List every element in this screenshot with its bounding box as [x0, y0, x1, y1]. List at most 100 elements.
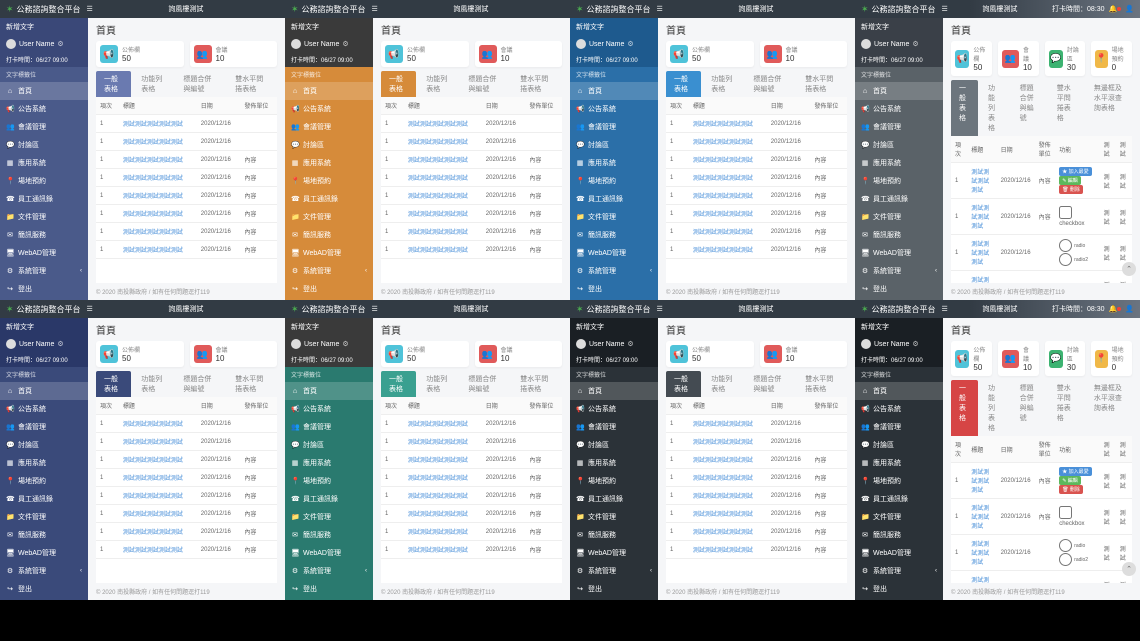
- row-title[interactable]: 測試測試測試測試測試: [119, 151, 197, 169]
- row-title[interactable]: 測試測試測試測試測試: [404, 205, 482, 223]
- row-title[interactable]: 測試測試測試測試測試: [689, 469, 767, 487]
- stat-card-0[interactable]: 📢 公佈欄 50: [381, 41, 469, 67]
- sidebar-item-3[interactable]: 💬 討論區: [855, 436, 943, 454]
- tab-3[interactable]: 雙水平問捲表格: [797, 71, 847, 97]
- sidebar-item-6[interactable]: ☎ 員工通訊錄: [285, 490, 373, 508]
- gear-icon[interactable]: ⚙: [57, 40, 63, 48]
- row-title[interactable]: 測試測試測試測試測試: [404, 241, 482, 259]
- badge-del[interactable]: 🗑 刪除: [1059, 185, 1083, 194]
- sidebar-item-2[interactable]: 👥 會議管理: [570, 418, 658, 436]
- sidebar-user[interactable]: User Name ⚙: [285, 36, 373, 52]
- row-title[interactable]: 測試測試測試測試測試: [404, 151, 482, 169]
- sidebar-item-8[interactable]: ✉ 簡訊服務: [0, 226, 88, 244]
- sidebar-item-7[interactable]: 📁 文件管理: [285, 208, 373, 226]
- stat-card-0[interactable]: 📢 公佈欄 50: [951, 341, 992, 376]
- sidebar-item-11[interactable]: ↪ 登出: [0, 280, 88, 298]
- badge-fav[interactable]: ★ 加入最愛: [1059, 167, 1091, 176]
- tab-2[interactable]: 標題合併與編號: [460, 371, 510, 397]
- tab-0[interactable]: 一般表格: [951, 380, 978, 436]
- sidebar-item-2[interactable]: 👥 會議管理: [855, 118, 943, 136]
- sidebar-item-0[interactable]: ⌂ 首頁: [285, 82, 373, 100]
- sidebar-item-3[interactable]: 💬 討論區: [285, 136, 373, 154]
- sidebar-item-9[interactable]: 🖥 WebAD管理: [570, 544, 658, 562]
- sidebar-item-2[interactable]: 👥 會議管理: [285, 118, 373, 136]
- sidebar-item-10[interactable]: ⚙ 系統管理 ‹: [570, 562, 658, 580]
- tab-0[interactable]: 一般表格: [96, 371, 131, 397]
- scroll-top-button[interactable]: ⌃: [1122, 562, 1136, 576]
- tab-2[interactable]: 標題合併與編號: [745, 71, 795, 97]
- stat-card-3[interactable]: 📍 場地預約 0: [1091, 41, 1132, 76]
- row-title[interactable]: 測試測試測試測試測試: [119, 469, 197, 487]
- sidebar-item-7[interactable]: 📁 文件管理: [570, 508, 658, 526]
- sidebar-item-7[interactable]: 📁 文件管理: [855, 208, 943, 226]
- sidebar-item-10[interactable]: ⚙ 系統管理 ‹: [855, 262, 943, 280]
- brand[interactable]: ✶ 公務諮詢整合平台: [861, 4, 936, 15]
- sidebar-item-8[interactable]: ✉ 簡訊服務: [570, 526, 658, 544]
- sidebar-item-1[interactable]: 📢 公告系統: [855, 100, 943, 118]
- brand[interactable]: ✶ 公務諮詢整合平台: [576, 4, 651, 15]
- sidebar-item-5[interactable]: 📍 場地預約: [0, 172, 88, 190]
- sidebar-item-3[interactable]: 💬 討論區: [0, 136, 88, 154]
- sidebar-item-3[interactable]: 💬 討論區: [570, 436, 658, 454]
- row-title[interactable]: 測試測試測試測試測試: [119, 205, 197, 223]
- sidebar-user[interactable]: User Name ⚙: [285, 336, 373, 352]
- sidebar-item-8[interactable]: ✉ 簡訊服務: [855, 526, 943, 544]
- tab-1[interactable]: 功能列表格: [418, 71, 458, 97]
- sidebar-item-0[interactable]: ⌂ 首頁: [0, 82, 88, 100]
- tab-1[interactable]: 功能列表格: [703, 371, 743, 397]
- sidebar-item-4[interactable]: ▦ 應用系統: [570, 154, 658, 172]
- row-title[interactable]: 測試測試測試測試測試: [119, 487, 197, 505]
- row-title[interactable]: 測試測試測試測試測試: [689, 115, 767, 133]
- sidebar-item-10[interactable]: ⚙ 系統管理 ‹: [0, 262, 88, 280]
- sidebar-item-10[interactable]: ⚙ 系統管理 ‹: [570, 262, 658, 280]
- sidebar-user[interactable]: User Name ⚙: [0, 36, 88, 52]
- tab-2[interactable]: 標題合併與編號: [175, 71, 225, 97]
- gear-icon[interactable]: ⚙: [627, 40, 633, 48]
- user-icon[interactable]: 👤: [1125, 305, 1134, 313]
- stat-card-0[interactable]: 📢 公佈欄 50: [96, 41, 184, 67]
- sidebar-item-8[interactable]: ✉ 簡訊服務: [855, 226, 943, 244]
- row-title[interactable]: 測試測試測試測試測試: [689, 451, 767, 469]
- brand[interactable]: ✶ 公務諮詢整合平台: [861, 304, 936, 315]
- sidebar-user[interactable]: User Name ⚙: [570, 36, 658, 52]
- row-title[interactable]: 測試測試測試測試測試: [404, 469, 482, 487]
- stat-card-1[interactable]: 👥 會議 10: [475, 41, 563, 67]
- row-title[interactable]: 測試測試測試測試測試: [404, 505, 482, 523]
- row-title[interactable]: 測試測試測試測試測試: [119, 169, 197, 187]
- tab-0[interactable]: 一般表格: [666, 371, 701, 397]
- sidebar-item-8[interactable]: ✉ 簡訊服務: [0, 526, 88, 544]
- sidebar-item-9[interactable]: 🖥 WebAD管理: [285, 244, 373, 262]
- stat-card-1[interactable]: 👥 會議 10: [998, 341, 1039, 376]
- tab-0[interactable]: 一般表格: [96, 71, 131, 97]
- row-title[interactable]: 測試測試測試測試測試: [689, 133, 767, 151]
- tab-2[interactable]: 標題合併與編號: [175, 371, 225, 397]
- row-title[interactable]: 測試測試測試測試測試: [404, 133, 482, 151]
- sidebar-item-4[interactable]: ▦ 應用系統: [285, 154, 373, 172]
- tab-1[interactable]: 功能列表格: [980, 380, 1010, 436]
- stat-card-1[interactable]: 👥 會議 10: [190, 41, 278, 67]
- row-title[interactable]: 測試測試測試測試: [967, 271, 996, 284]
- sidebar-item-1[interactable]: 📢 公告系統: [285, 100, 373, 118]
- tab-0[interactable]: 一般表格: [951, 80, 978, 136]
- sidebar-item-4[interactable]: ▦ 應用系統: [855, 454, 943, 472]
- brand[interactable]: ✶ 公務諮詢整合平台: [6, 4, 81, 15]
- sidebar-item-7[interactable]: 📁 文件管理: [0, 508, 88, 526]
- stat-card-0[interactable]: 📢 公佈欄 50: [951, 41, 992, 76]
- row-title[interactable]: 測試測試測試測試測試: [404, 115, 482, 133]
- sidebar-item-4[interactable]: ▦ 應用系統: [0, 154, 88, 172]
- sidebar-item-0[interactable]: ⌂ 首頁: [570, 82, 658, 100]
- radio[interactable]: radio: [1059, 239, 1095, 252]
- sidebar-item-1[interactable]: 📢 公告系統: [855, 400, 943, 418]
- sidebar-item-11[interactable]: ↪ 登出: [285, 280, 373, 298]
- tab-0[interactable]: 一般表格: [381, 371, 416, 397]
- sidebar-item-5[interactable]: 📍 場地預約: [570, 172, 658, 190]
- stat-card-0[interactable]: 📢 公佈欄 50: [666, 341, 754, 367]
- row-title[interactable]: 測試測試測試測試測試: [689, 487, 767, 505]
- sidebar-item-6[interactable]: ☎ 員工通訊錄: [0, 190, 88, 208]
- row-title[interactable]: 測試測試測試測試測試: [689, 151, 767, 169]
- tab-3[interactable]: 雙水平問捲表格: [512, 371, 562, 397]
- sidebar-item-3[interactable]: 💬 討論區: [570, 136, 658, 154]
- sidebar-item-5[interactable]: 📍 場地預約: [285, 472, 373, 490]
- sidebar-item-2[interactable]: 👥 會議管理: [570, 118, 658, 136]
- sidebar-item-9[interactable]: 🖥 WebAD管理: [855, 544, 943, 562]
